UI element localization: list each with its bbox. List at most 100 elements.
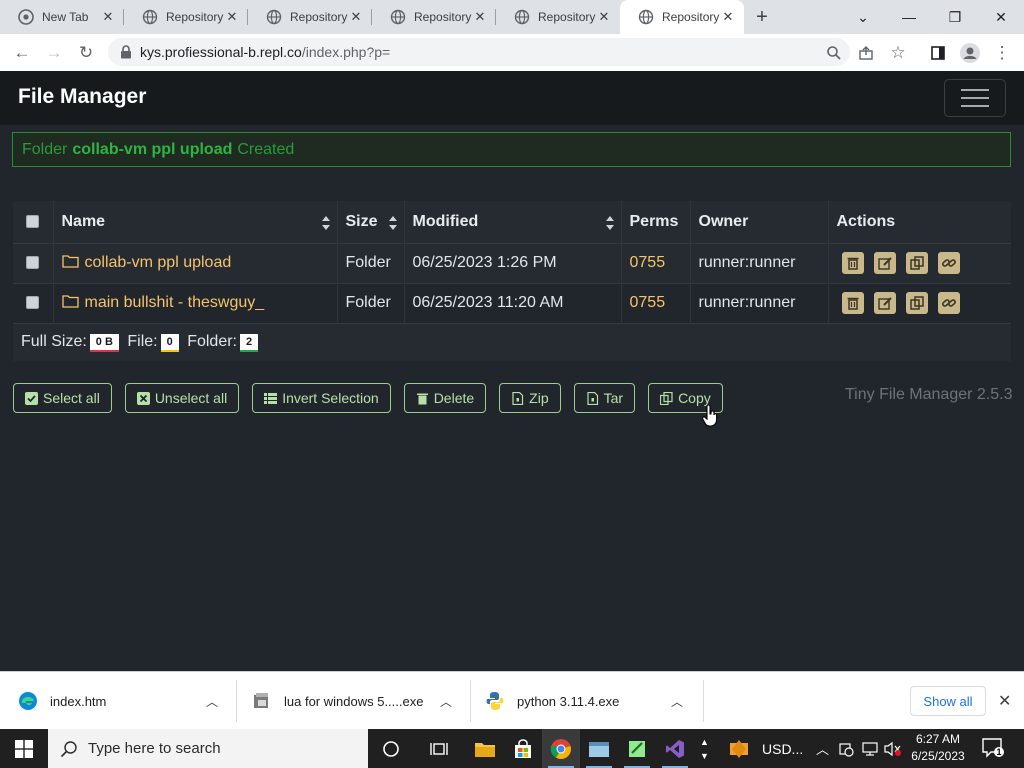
tab-search-icon[interactable]: ⌄ [840,0,886,34]
perms-link[interactable]: 0755 [621,282,691,323]
browser-tab-new-tab[interactable]: New Tab ✕ [0,0,124,34]
close-icon[interactable]: ✕ [720,9,736,25]
browser-tab-repository[interactable]: Repository ✕ [372,0,496,34]
file-name-cell[interactable]: collab-vm ppl upload [53,242,338,283]
column-header-size[interactable]: Size [337,201,405,243]
file-name-cell[interactable]: main bullshit - theswguy_ [53,282,338,323]
close-icon[interactable]: ✕ [100,9,116,25]
globe-icon [266,9,282,25]
currency-label: USD... [762,740,804,757]
checkbox[interactable] [26,296,39,310]
direct-link-icon[interactable] [937,292,960,314]
task-view-icon[interactable] [420,729,458,768]
checkbox[interactable] [26,215,39,229]
notepad-plus-plus-icon[interactable] [618,729,656,768]
select-all-checkbox-header[interactable] [13,201,54,243]
chevron-up-icon[interactable]: ︿ [206,693,218,710]
file-explorer-icon[interactable] [466,729,504,768]
bulk-action-buttons: Select all Unselect all Invert Selection… [13,383,736,413]
brand-title[interactable]: File Manager [18,85,146,109]
share-icon[interactable] [850,37,882,69]
search-icon [60,740,77,757]
chevron-up-icon[interactable]: ︿ [440,693,452,710]
browser-tab-repository-active[interactable]: Repository ✕ [620,0,744,34]
profile-avatar-icon[interactable] [954,37,986,69]
close-downloads-icon[interactable]: ✕ [998,691,1011,711]
chrome-taskbar-icon[interactable] [542,729,580,768]
close-icon[interactable]: ✕ [472,9,488,25]
tab-title: Repository [166,10,224,24]
folder-icon [61,255,79,268]
delete-button[interactable]: Delete [403,383,487,413]
rename-edit-icon[interactable] [873,292,896,314]
show-hidden-icons[interactable]: ︿ [816,729,829,768]
delete-icon[interactable] [841,252,864,274]
direct-link-icon[interactable] [937,252,960,274]
column-header-name[interactable]: Name [53,201,338,243]
version-label[interactable]: Tiny File Manager 2.5.3 [845,386,1012,404]
chevron-up-icon[interactable]: ︿ [671,693,683,710]
address-bar[interactable]: kys.profiessional-b.repl.co/index.php?p= [108,38,850,66]
browser-tab-repository[interactable]: Repository ✕ [496,0,620,34]
bookmark-star-icon[interactable]: ☆ [882,37,914,69]
zip-button[interactable]: Zip [499,383,561,413]
column-label: Size [345,212,378,230]
checkbox[interactable] [26,256,39,270]
table-row: main bullshit - theswguy_ Folder 06/25/2… [13,282,1011,323]
delete-icon[interactable] [841,292,864,314]
forward-icon[interactable]: → [38,37,70,69]
download-filename: lua for windows 5.....exe [284,693,424,709]
browser-tab-repository[interactable]: Repository ✕ [124,0,248,34]
cortana-icon[interactable] [372,729,410,768]
column-header-modified[interactable]: Modified [404,201,622,243]
new-tab-button[interactable]: + [744,0,780,34]
zoom-icon[interactable] [818,37,850,69]
back-icon[interactable]: ← [6,37,38,69]
file-name-link[interactable]: main bullshit - theswguy_ [85,294,265,311]
tray-scroll-arrows[interactable]: ▲ ▼ [700,729,709,768]
close-icon[interactable]: ✕ [224,9,240,25]
windows-start-icon[interactable] [0,729,48,768]
app-window-icon[interactable] [580,729,618,768]
browser-tab-repository[interactable]: Repository ✕ [248,0,372,34]
sort-icon[interactable] [321,215,331,231]
menu-kebab-icon[interactable]: ⋮ [986,37,1018,69]
taskbar-clock[interactable]: 6:27 AM 6/25/2023 [900,731,976,765]
unselect-all-button[interactable]: Unselect all [124,383,240,413]
microsoft-store-icon[interactable] [504,729,542,768]
minimize-icon[interactable]: — [886,0,932,34]
close-icon[interactable]: ✕ [348,9,364,25]
hamburger-menu-icon[interactable] [944,79,1006,117]
tray-app-icon[interactable] [838,729,854,768]
download-item[interactable]: lua for windows 5.....exe ︿ [252,672,468,730]
show-all-downloads-button[interactable]: Show all [910,686,986,716]
row-checkbox-cell[interactable] [13,242,54,283]
file-name-link[interactable]: collab-vm ppl upload [85,254,232,271]
copy-icon[interactable] [905,252,928,274]
network-icon[interactable] [862,729,880,768]
close-window-icon[interactable]: ✕ [978,0,1024,34]
rename-edit-icon[interactable] [873,252,896,274]
visual-studio-icon[interactable] [656,729,694,768]
row-checkbox-cell[interactable] [13,282,54,323]
invert-selection-button[interactable]: Invert Selection [252,383,391,413]
download-item[interactable]: python 3.11.4.exe ︿ [485,672,703,730]
restore-icon[interactable]: ❐ [932,0,978,34]
taskbar-search-input[interactable]: Type here to search [48,729,368,768]
notification-center-icon[interactable]: 1 [982,738,1004,758]
weather-widget[interactable]: USD... [726,729,803,768]
size-cell: Folder [337,242,405,283]
sort-icon[interactable] [388,215,398,231]
side-panel-icon[interactable] [922,37,954,69]
tar-button[interactable]: Tar [573,383,636,413]
globe-icon [390,9,406,25]
copy-icon[interactable] [905,292,928,314]
alert-prefix: Folder [22,140,68,158]
close-icon[interactable]: ✕ [596,9,612,25]
perms-link[interactable]: 0755 [621,242,691,283]
browser-toolbar: ← → ↻ kys.profiessional-b.repl.co/index.… [0,34,1024,71]
select-all-button[interactable]: Select all [13,383,112,413]
reload-icon[interactable]: ↻ [70,37,102,69]
sort-icon[interactable] [605,215,615,231]
download-item[interactable]: index.htm ︿ [18,672,236,730]
